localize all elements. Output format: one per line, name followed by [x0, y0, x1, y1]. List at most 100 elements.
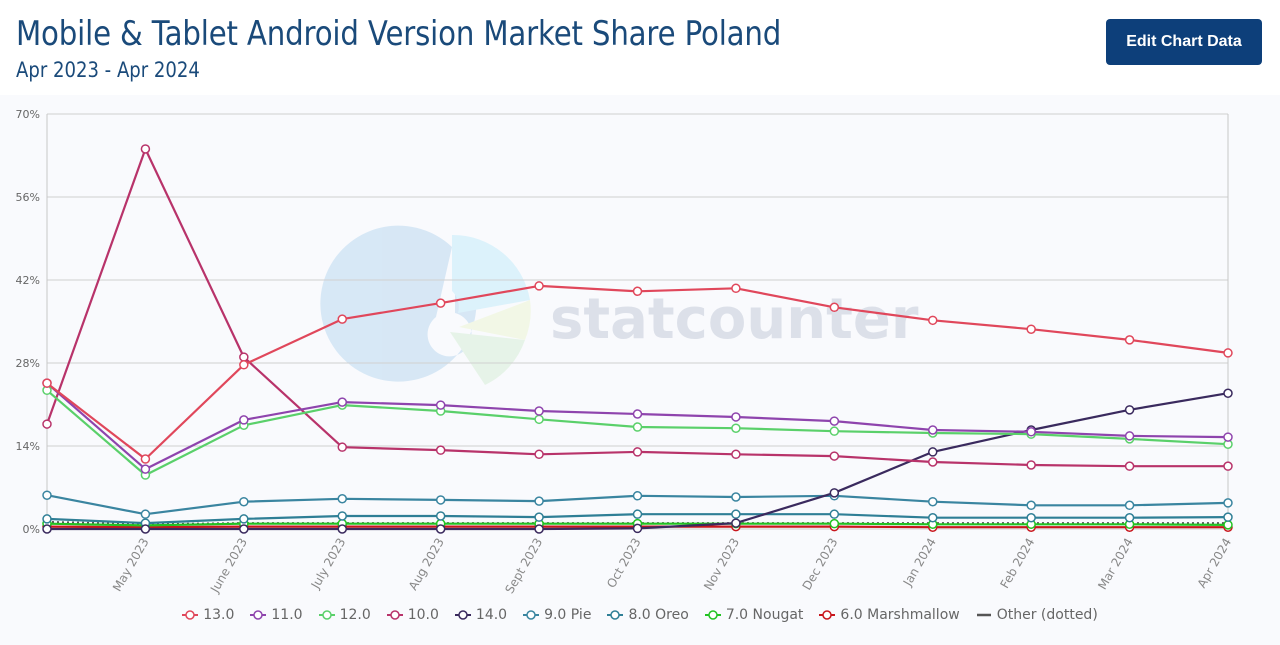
- y-tick-label: 56%: [16, 191, 40, 204]
- data-point-10-0: [534, 449, 544, 460]
- data-point-11-0: [140, 464, 151, 474]
- data-point-8-0-oreo: [1026, 512, 1036, 523]
- legend-label: 14.0: [475, 607, 508, 623]
- data-point-11-0: [829, 416, 840, 426]
- legend-item-6-0-marshmallow[interactable]: 6.0 Marshmallow: [819, 607, 960, 623]
- legend-item-11-0[interactable]: 11.0: [250, 607, 303, 623]
- data-point-10-0: [239, 352, 249, 362]
- data-point-13-0: [337, 314, 347, 324]
- legend-label: 13.0: [203, 607, 235, 623]
- data-point-9-0-pie: [337, 494, 347, 504]
- data-point-8-0-oreo: [632, 509, 643, 519]
- legend-label: 12.0: [339, 607, 371, 623]
- legend-marker: [321, 610, 332, 620]
- data-point-11-0: [435, 400, 446, 410]
- legend-marker: [458, 610, 468, 620]
- y-tick-label: 70%: [16, 108, 40, 121]
- data-point-14-0: [829, 488, 840, 498]
- legend-label: 11.0: [271, 607, 303, 623]
- data-point-8-0-oreo: [1223, 512, 1233, 522]
- data-point-11-0: [534, 406, 544, 416]
- data-point-9-0-pie: [731, 492, 741, 502]
- y-tick-label: 14%: [16, 440, 40, 453]
- x-tick-label: Nov 2023: [701, 536, 742, 593]
- data-point-10-0: [829, 451, 840, 461]
- data-point-12-0: [632, 422, 643, 432]
- y-tick-label: 0%: [23, 523, 40, 536]
- data-point-14-0: [1124, 405, 1135, 415]
- data-point-14-0: [435, 524, 446, 534]
- data-point-12-0: [829, 426, 840, 436]
- legend-marker-icon: [318, 610, 335, 620]
- legend-item-10-0[interactable]: 10.0: [386, 607, 439, 623]
- data-point-9-0-pie: [1026, 500, 1036, 511]
- x-tick-label: Apr 2024: [1195, 536, 1235, 591]
- data-point-10-0: [632, 447, 643, 457]
- x-tick-label: June 2023: [207, 536, 250, 596]
- legend-marker-icon: [182, 610, 199, 620]
- watermark-logo-light: [452, 234, 530, 313]
- watermark-text: statcounter: [550, 287, 919, 352]
- data-point-8-0-oreo: [534, 512, 544, 522]
- legend-marker: [526, 610, 536, 620]
- legend-label: 8.0 Oreo: [628, 607, 689, 623]
- legend-marker-icon: [607, 610, 624, 620]
- data-point-14-0: [42, 524, 52, 534]
- data-point-11-0: [632, 409, 643, 419]
- data-point-10-0: [928, 457, 938, 467]
- data-point-9-0-pie: [140, 509, 151, 519]
- x-tick-label: Sept 2023: [502, 536, 545, 596]
- data-point-11-0: [928, 425, 938, 435]
- data-point-11-0: [337, 397, 347, 407]
- data-point-14-0: [731, 518, 741, 528]
- legend-item-13-0[interactable]: 13.0: [182, 607, 234, 623]
- data-point-11-0: [1124, 431, 1135, 441]
- x-tick-label: Oct 2023: [604, 536, 644, 591]
- chart-title: Mobile & Tablet Android Version Market S…: [16, 14, 782, 54]
- data-point-8-0-oreo: [239, 514, 249, 524]
- data-point-14-0: [928, 447, 938, 457]
- data-point-9-0-pie: [239, 496, 249, 507]
- data-point-13-0: [632, 286, 643, 297]
- legend-marker-icon: [386, 610, 403, 620]
- legend-marker: [822, 610, 833, 620]
- x-axis: May 2023 June 2023 July 2023 Aug 2023 Sept 2…: [110, 536, 1234, 596]
- data-point-11-0: [1223, 432, 1233, 442]
- data-point-9-0-pie: [928, 496, 938, 507]
- data-point-7-0-nougat: [1223, 520, 1233, 530]
- data-point-10-0: [731, 449, 741, 460]
- legend-marker: [253, 610, 264, 620]
- data-point-7-0-nougat: [829, 518, 840, 529]
- data-point-10-0: [1124, 461, 1135, 471]
- data-point-13-0: [239, 360, 249, 370]
- edit-chart-data-button[interactable]: Edit Chart Data: [1106, 19, 1262, 65]
- data-point-13-0: [534, 281, 544, 291]
- data-point-14-0: [1223, 388, 1233, 398]
- x-tick-label: Mar 2024: [1095, 536, 1136, 592]
- legend-item-8-0-oreo[interactable]: 8.0 Oreo: [607, 607, 689, 623]
- x-tick-label: Feb 2024: [997, 536, 1037, 591]
- data-point-13-0: [1026, 324, 1036, 334]
- data-point-10-0: [140, 144, 151, 154]
- legend-label: 6.0 Marshmallow: [840, 607, 960, 623]
- legend-label: 9.0 Pie: [544, 607, 592, 623]
- data-point-9-0-pie: [1124, 500, 1135, 511]
- legend-item-other-dotted[interactable]: Other (dotted): [976, 607, 1098, 623]
- legend-item-12-0[interactable]: 12.0: [318, 607, 371, 623]
- data-point-13-0: [928, 315, 938, 326]
- legend-label: Other (dotted): [996, 607, 1098, 623]
- x-tick-label: Aug 2023: [406, 536, 447, 593]
- legend-marker: [185, 610, 195, 620]
- legend-item-9-0-pie[interactable]: 9.0 Pie: [523, 607, 591, 623]
- legend-marker: [610, 610, 621, 620]
- legend-item-14-0[interactable]: 14.0: [454, 607, 508, 623]
- data-point-14-0: [632, 523, 643, 534]
- legend-item-7-0-nougat[interactable]: 7.0 Nougat: [704, 607, 803, 623]
- data-point-9-0-pie: [632, 491, 643, 501]
- chart-subtitle: Apr 2023 - Apr 2024: [16, 58, 200, 82]
- legend-marker: [389, 610, 400, 620]
- y-tick-label: 28%: [16, 357, 40, 370]
- data-point-13-0: [1124, 335, 1135, 345]
- data-point-14-0: [140, 524, 151, 534]
- data-point-13-0: [435, 298, 446, 308]
